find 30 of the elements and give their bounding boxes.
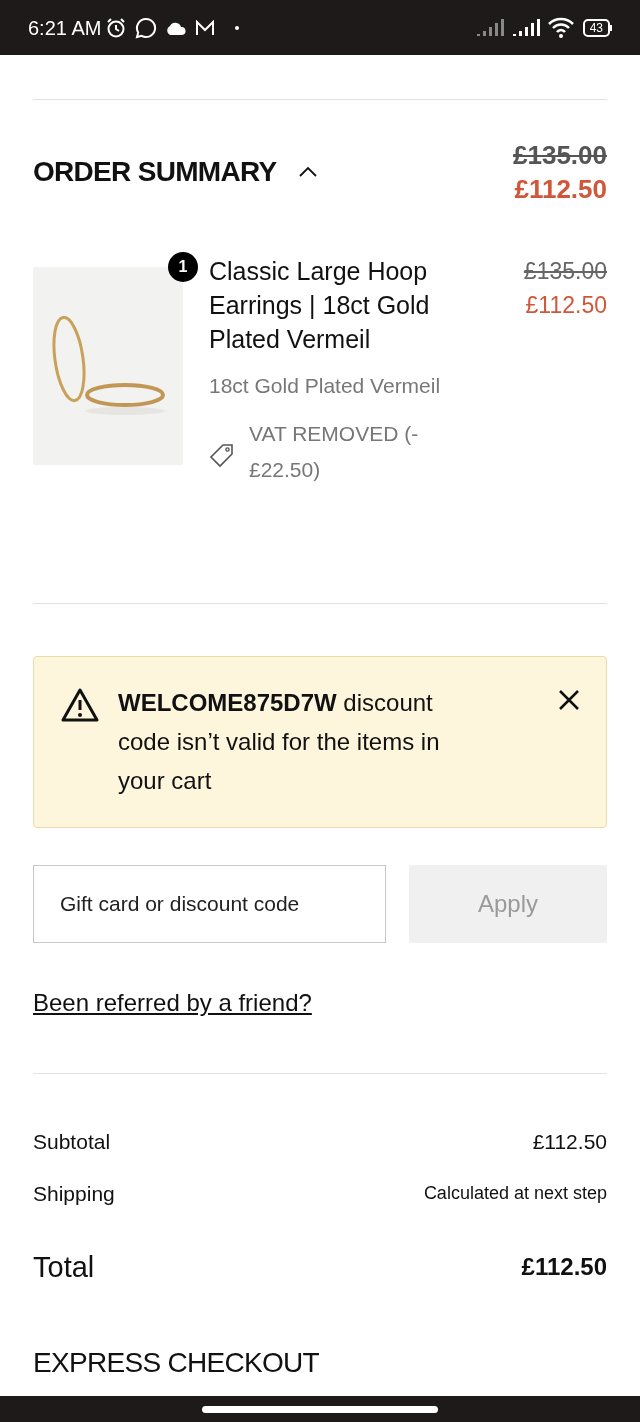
summary-value: £112.50 — [521, 1251, 607, 1282]
original-price: £135.00 — [523, 257, 607, 286]
sale-price: £112.50 — [514, 173, 607, 206]
quantity-badge: 1 — [168, 252, 198, 282]
cloud-icon — [165, 20, 188, 35]
section-heading: EXPRESS CHECKOUT — [33, 1345, 320, 1380]
tag-icon — [209, 441, 235, 468]
summary-label: Subtotal — [33, 1128, 111, 1155]
wifi-icon — [546, 16, 575, 39]
order-summary-title[interactable]: ORDER SUMMARY — [33, 151, 277, 193]
close-button[interactable] — [558, 688, 580, 711]
discount-label: VAT REMOVED (-£22.50) — [249, 420, 420, 483]
original-price: £135.00 — [513, 139, 607, 172]
product-variant: 18ct Gold Plated Vermeil — [209, 373, 442, 399]
warning-icon — [60, 686, 100, 723]
warning-message: WELCOME875D7W discount code isn’t valid for the items in your cart — [118, 687, 441, 796]
battery-indicator: 43 — [582, 18, 612, 37]
sale-price: £112.50 — [525, 291, 607, 320]
summary-value: £112.50 — [532, 1128, 607, 1155]
status-time: 6:21 AM — [28, 15, 102, 41]
summary-label: Total — [33, 1249, 95, 1285]
signal-icon — [474, 17, 505, 38]
mail-icon — [195, 19, 216, 36]
referral-link[interactable]: Been referred by a friend? — [33, 984, 312, 1021]
chat-icon — [135, 16, 158, 39]
home-indicator[interactable] — [202, 1405, 438, 1413]
summary-label: Shipping — [33, 1180, 115, 1207]
summary-value: Calculated at next step — [423, 1182, 607, 1205]
signal-icon — [510, 17, 541, 38]
product-name: Classic Large Hoop Earrings | 18ct Gold Plated Vermeil — [209, 256, 431, 355]
